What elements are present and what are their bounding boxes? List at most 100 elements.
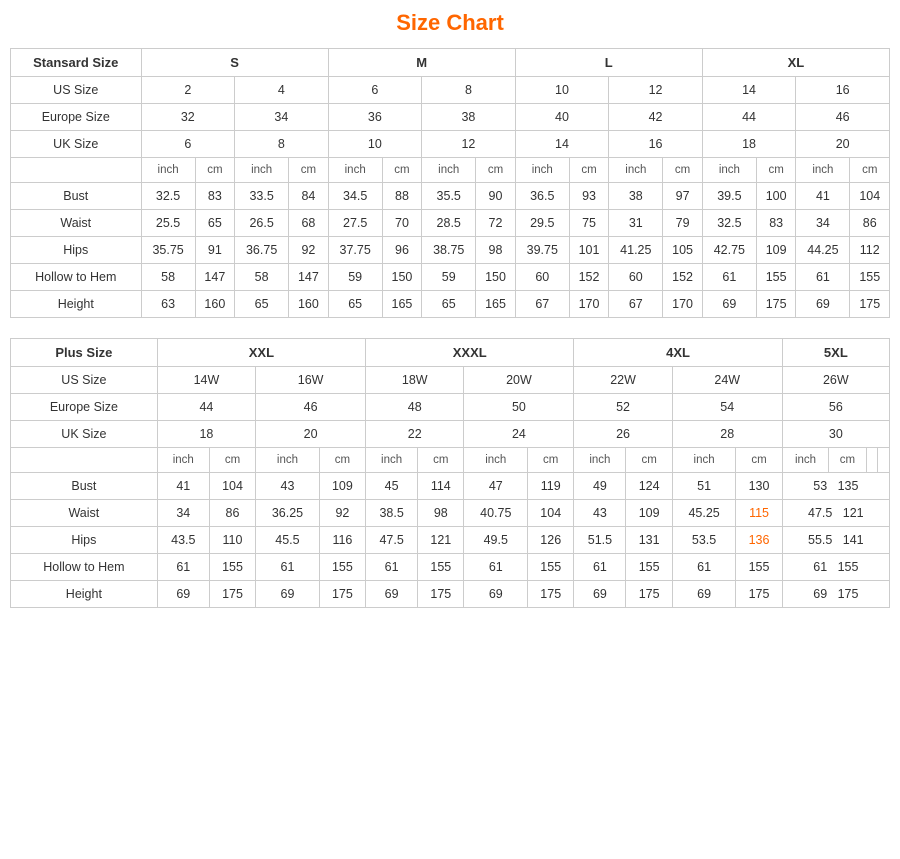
l-uk1: 14 xyxy=(515,131,609,158)
xxl-eu2: 46 xyxy=(256,394,366,421)
m-hollow-cm2: 150 xyxy=(476,264,515,291)
m-bust-in2: 35.5 xyxy=(422,183,476,210)
s-waist-cm1: 65 xyxy=(195,210,234,237)
height-label: Height xyxy=(11,291,142,318)
xxl-bust-in1: 41 xyxy=(157,473,209,500)
s-hollow-in1: 58 xyxy=(141,264,195,291)
unit-inch-s2: inch xyxy=(235,158,289,183)
m-height-in1: 65 xyxy=(328,291,382,318)
l-waist-cm2: 79 xyxy=(663,210,702,237)
xxxl-bust-in1: 45 xyxy=(366,473,418,500)
4xl-eu2: 54 xyxy=(672,394,782,421)
xxxl-waist-cm1: 98 xyxy=(418,500,464,527)
4xl-waist-cm2: 115 xyxy=(736,500,782,527)
plus-table: Plus Size XXL XXXL 4XL 5XL US Size 14W 1… xyxy=(10,338,890,608)
l-waist-in1: 29.5 xyxy=(515,210,569,237)
xxl-hollow-in2: 61 xyxy=(256,554,320,581)
unit-inch-xl1: inch xyxy=(702,158,756,183)
s-hips-cm2: 92 xyxy=(289,237,328,264)
s-height-cm2: 160 xyxy=(289,291,328,318)
plus-unit-extra2 xyxy=(878,448,890,473)
m-height-cm2: 165 xyxy=(476,291,515,318)
l-hips-cm1: 101 xyxy=(569,237,608,264)
xl-eu2: 46 xyxy=(796,104,890,131)
5xl-header: 5XL xyxy=(782,339,889,367)
4xl-bust-cm2: 130 xyxy=(736,473,782,500)
plus-us-label: US Size xyxy=(11,367,158,394)
xxxl-uk1: 22 xyxy=(366,421,464,448)
xxl-uk2: 20 xyxy=(256,421,366,448)
s-hollow-in2: 58 xyxy=(235,264,289,291)
plus-waist-row: Waist 34 86 36.25 92 38.5 98 40.75 104 4… xyxy=(11,500,890,527)
l-header: L xyxy=(515,49,702,77)
xxl-waist-in1: 34 xyxy=(157,500,209,527)
xl-bust-in2: 41 xyxy=(796,183,850,210)
xxxl-hips-cm2: 126 xyxy=(528,527,574,554)
xl-header: XL xyxy=(702,49,889,77)
m-hips-cm2: 98 xyxy=(476,237,515,264)
s-eu1: 32 xyxy=(141,104,235,131)
unit-inch-m1: inch xyxy=(328,158,382,183)
xxxl-waist-cm2: 104 xyxy=(528,500,574,527)
4xl-bust-in1: 49 xyxy=(574,473,626,500)
4xl-waist-cm1: 109 xyxy=(626,500,672,527)
unit-cm-l1: cm xyxy=(569,158,608,183)
waist-label: Waist xyxy=(11,210,142,237)
eu-size-label: Europe Size xyxy=(11,104,142,131)
xxxl-us2: 20W xyxy=(464,367,574,394)
xxxl-bust-cm1: 114 xyxy=(418,473,464,500)
m-height-cm1: 165 xyxy=(382,291,421,318)
s-bust-cm2: 84 xyxy=(289,183,328,210)
xxl-hollow-cm2: 155 xyxy=(319,554,365,581)
xxl-us2: 16W xyxy=(256,367,366,394)
xl-waist-cm1: 83 xyxy=(756,210,795,237)
s-uk1: 6 xyxy=(141,131,235,158)
l-eu1: 40 xyxy=(515,104,609,131)
plus-unit-inch-5xl1: inch xyxy=(782,448,829,473)
xxl-hips-in2: 45.5 xyxy=(256,527,320,554)
xxl-bust-cm2: 109 xyxy=(319,473,365,500)
unit-cm-s2: cm xyxy=(289,158,328,183)
s-bust-cm1: 83 xyxy=(195,183,234,210)
unit-blank xyxy=(11,158,142,183)
4xl-height-cm2: 175 xyxy=(736,581,782,608)
xl-bust-cm1: 100 xyxy=(756,183,795,210)
4xl-height-in1: 69 xyxy=(574,581,626,608)
plus-height-row: Height 69 175 69 175 69 175 69 175 69 17… xyxy=(11,581,890,608)
unit-cm-l2: cm xyxy=(663,158,702,183)
4xl-waist-in1: 43 xyxy=(574,500,626,527)
xxxl-hollow-in2: 61 xyxy=(464,554,528,581)
xxl-uk1: 18 xyxy=(157,421,255,448)
m-waist-cm1: 70 xyxy=(382,210,421,237)
4xl-hips-in2: 53.5 xyxy=(672,527,736,554)
xxxl-waist-in1: 38.5 xyxy=(366,500,418,527)
m-bust-cm2: 90 xyxy=(476,183,515,210)
m-uk2: 12 xyxy=(422,131,516,158)
bust-label: Bust xyxy=(11,183,142,210)
l-waist-in2: 31 xyxy=(609,210,663,237)
xl-us1: 14 xyxy=(702,77,796,104)
plus-hips-label: Hips xyxy=(11,527,158,554)
l-height-cm1: 170 xyxy=(569,291,608,318)
m-waist-in2: 28.5 xyxy=(422,210,476,237)
xl-uk2: 20 xyxy=(796,131,890,158)
xl-waist-in1: 32.5 xyxy=(702,210,756,237)
xxxl-eu1: 48 xyxy=(366,394,464,421)
xl-hollow-in1: 61 xyxy=(702,264,756,291)
4xl-uk2: 28 xyxy=(672,421,782,448)
xxxl-hollow-cm2: 155 xyxy=(528,554,574,581)
l-bust-cm1: 93 xyxy=(569,183,608,210)
4xl-hollow-cm1: 155 xyxy=(626,554,672,581)
4xl-hollow-in1: 61 xyxy=(574,554,626,581)
plus-unit-inch-4xl1: inch xyxy=(574,448,626,473)
xxxl-height-cm2: 175 xyxy=(528,581,574,608)
l-hollow-in2: 60 xyxy=(609,264,663,291)
xl-hips-in2: 44.25 xyxy=(796,237,850,264)
plus-uk-label: UK Size xyxy=(11,421,158,448)
unit-inch-m2: inch xyxy=(422,158,476,183)
5xl-us1: 26W xyxy=(782,367,889,394)
s-bust-in2: 33.5 xyxy=(235,183,289,210)
5xl-uk1: 30 xyxy=(782,421,889,448)
5xl-eu1: 56 xyxy=(782,394,889,421)
plus-hollow-label: Hollow to Hem xyxy=(11,554,158,581)
